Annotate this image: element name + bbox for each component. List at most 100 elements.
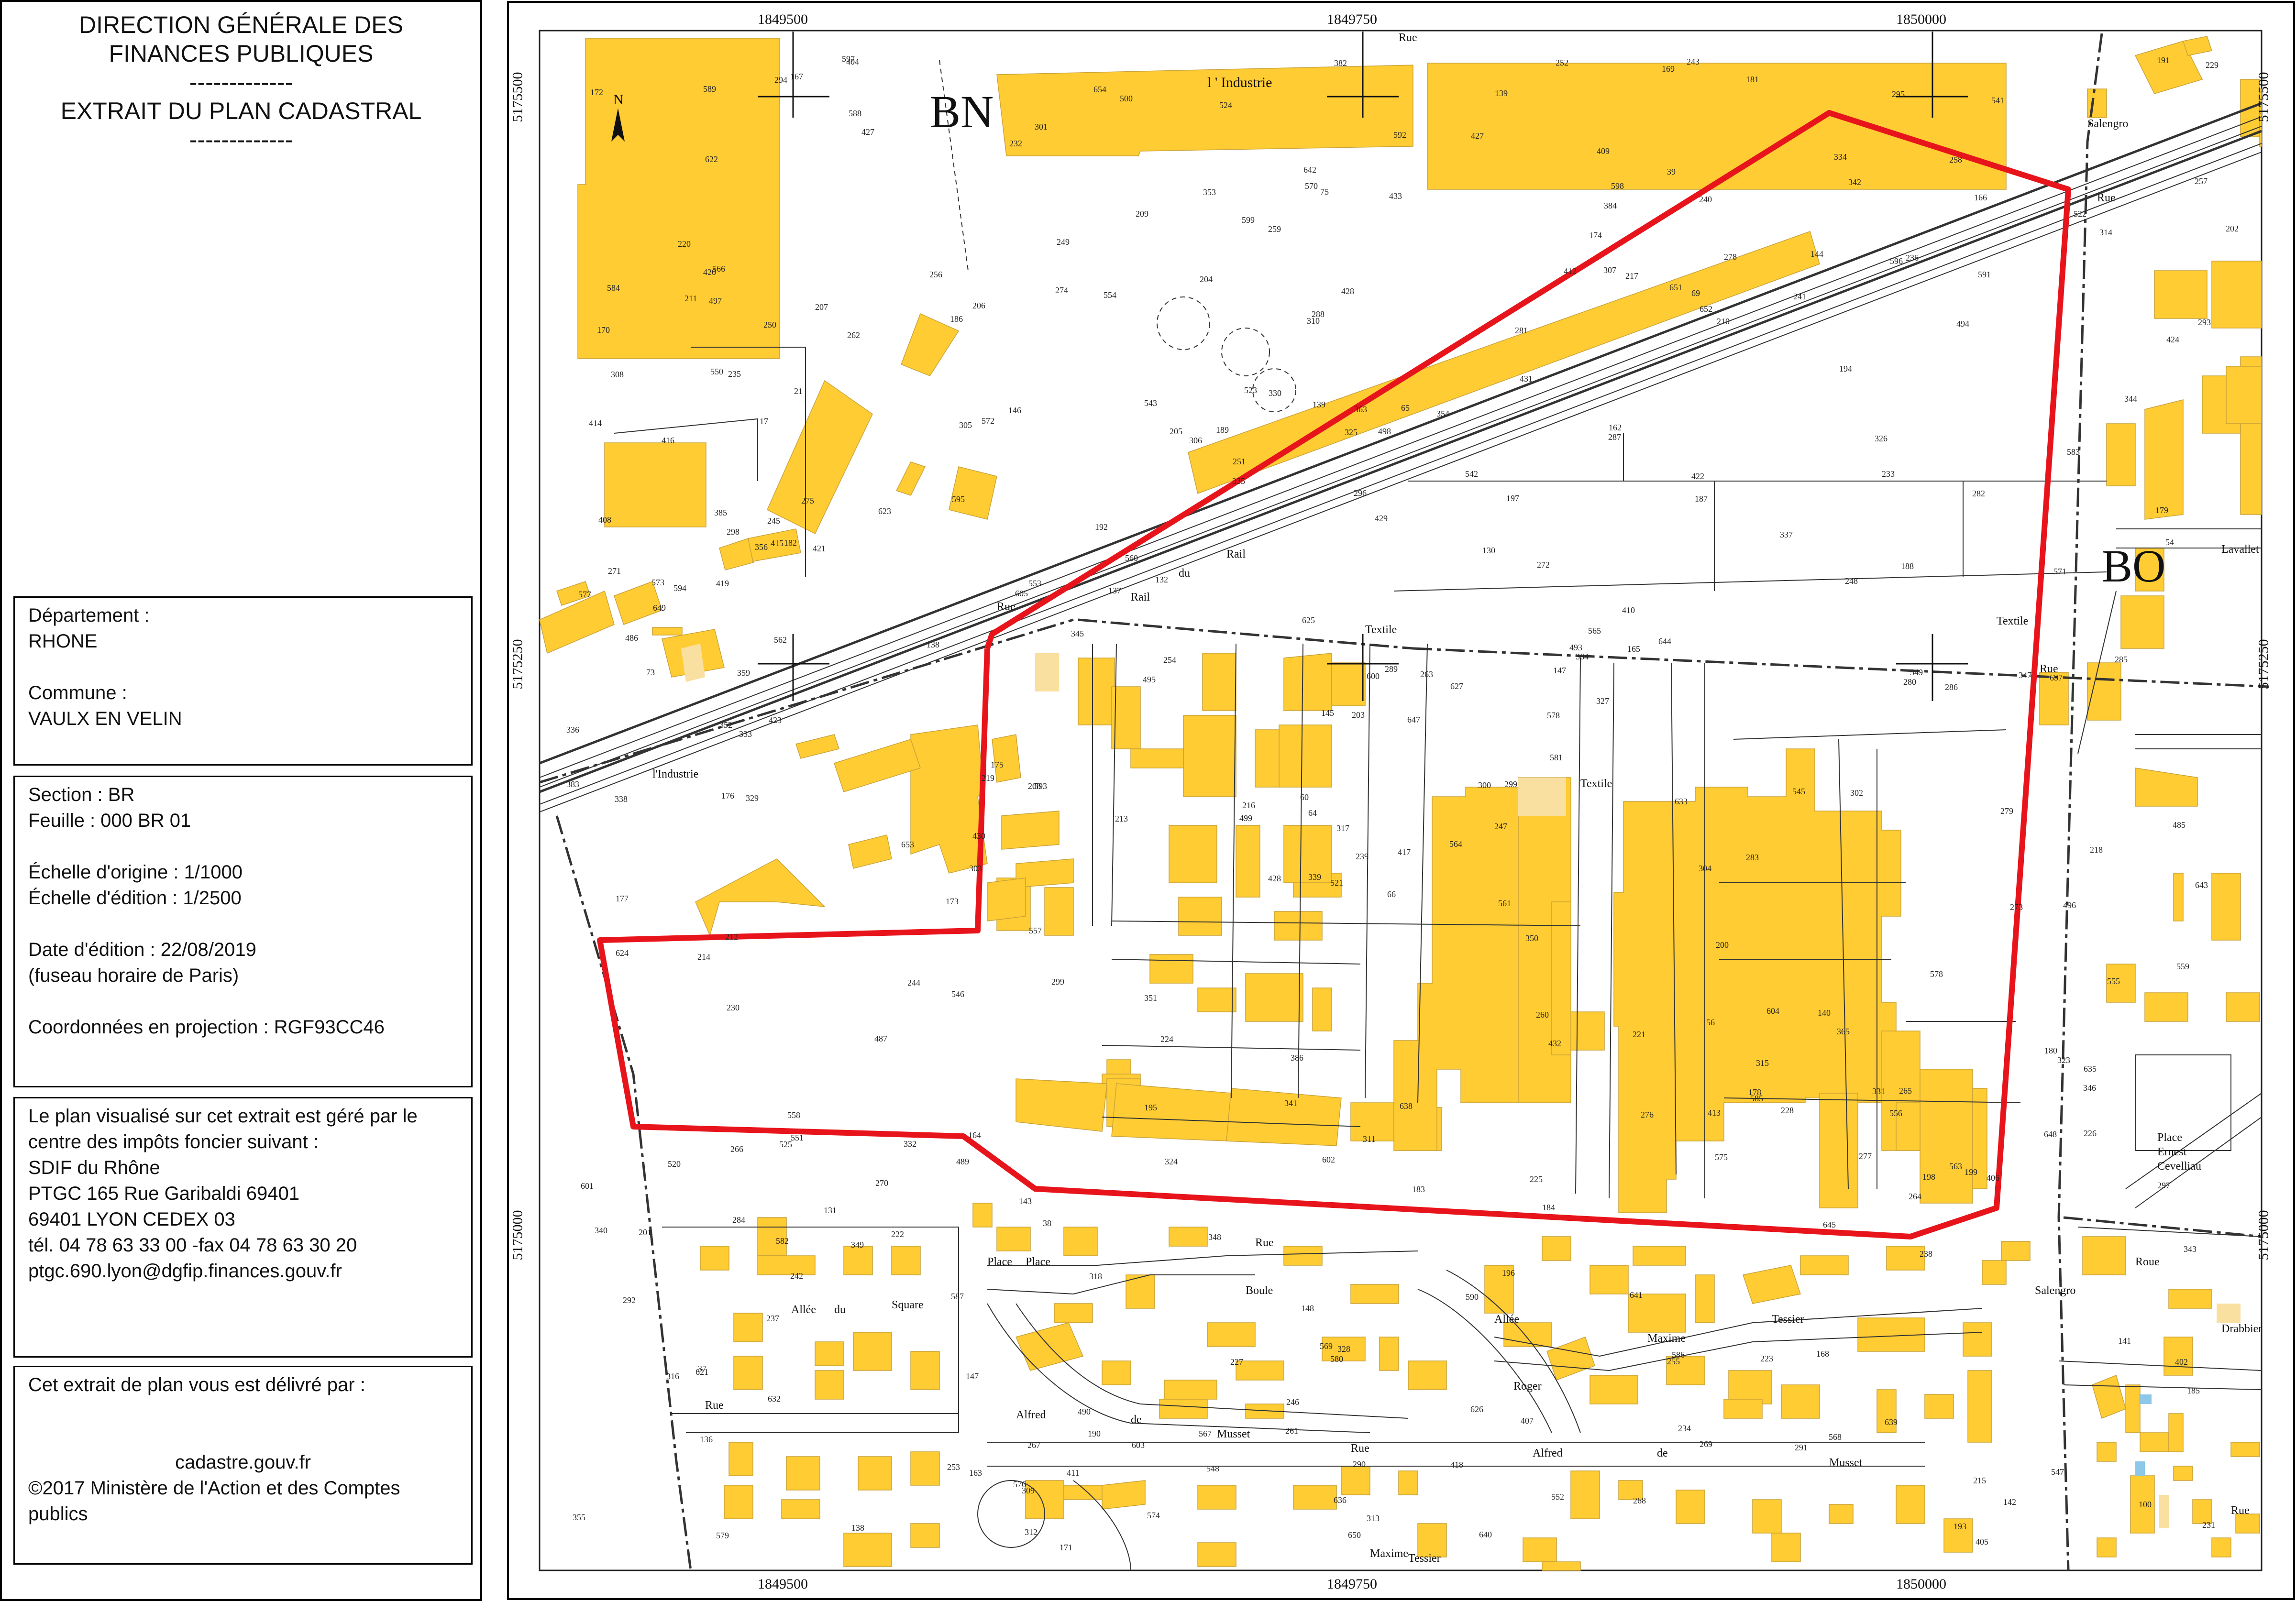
cadastral-map[interactable]: BN BO N Rue l ' Industrie Textile Rue Ru… — [507, 1, 2295, 1600]
parcel-number: 642 — [1303, 165, 1316, 175]
copyright-line: ©2017 Ministère de l'Action et des Compt… — [28, 1478, 400, 1499]
title-block: DIRECTION GÉNÉRALE DES FINANCES PUBLIQUE… — [2, 2, 480, 154]
parcel-number: 623 — [878, 506, 891, 516]
parcel-number: 384 — [1604, 201, 1617, 210]
street-label-rue-bottom-1: Rue — [705, 1399, 724, 1412]
parcel-number: 563 — [1949, 1162, 1962, 1171]
building — [1293, 1485, 1337, 1510]
parcel-number: 406 — [1987, 1173, 1999, 1183]
parcel-number: 131 — [824, 1206, 837, 1215]
parcel-number: 140 — [1818, 1008, 1831, 1018]
parcel-number: 562 — [774, 635, 787, 645]
building — [652, 627, 683, 636]
title-line-1: DIRECTION GÉNÉRALE DES — [79, 11, 403, 38]
parcel-number: 644 — [1658, 636, 1671, 646]
place-label-top: Place — [1026, 1256, 1050, 1268]
parcel-number: 497 — [709, 296, 722, 306]
building — [1207, 1322, 1256, 1347]
office-line-2: centre des impôts foncier suivant : — [28, 1131, 319, 1152]
parcel-number: 270 — [875, 1178, 888, 1188]
parcel-number: 248 — [1845, 576, 1858, 586]
parcel-number: 355 — [573, 1513, 585, 1522]
building — [1886, 1246, 1925, 1271]
parcel-number: 132 — [1155, 575, 1168, 584]
parcel-number: 238 — [1920, 1249, 1932, 1259]
parcel-number: 265 — [1899, 1086, 1912, 1096]
parcel-number: 602 — [1322, 1155, 1335, 1164]
parcel-number: 231 — [2202, 1520, 2215, 1530]
place-label-left: Place — [987, 1256, 1012, 1268]
parcel-number: 347 — [2019, 670, 2031, 680]
building — [1408, 1360, 1447, 1390]
parcel-number: 418 — [1450, 1460, 1463, 1469]
building — [604, 442, 706, 527]
street-label-rue-right-2: Rue — [2097, 192, 2116, 204]
parcel-number: 242 — [790, 1271, 803, 1281]
delivery-box: Cet extrait de plan vous est délivré par… — [13, 1366, 473, 1565]
building — [1044, 887, 1074, 936]
parcel-number: 569 — [1320, 1341, 1333, 1351]
building — [1169, 1227, 1208, 1247]
parcel-number: 568 — [1829, 1432, 1842, 1442]
parcel-number: 499 — [1239, 813, 1252, 823]
parcel-number: 136 — [700, 1435, 713, 1444]
building — [1628, 1294, 1686, 1333]
parcel-number: 624 — [616, 948, 629, 958]
building — [910, 1451, 940, 1486]
parcel-number: 578 — [1547, 711, 1560, 720]
parcel-number: 603 — [1132, 1440, 1145, 1450]
street-label-tessier-2: Tessier — [1408, 1552, 1441, 1565]
street-label-textile-2: Textile — [1997, 615, 2028, 627]
parcel-number: 338 — [615, 794, 628, 804]
parcel-number: 632 — [768, 1394, 781, 1404]
building — [2235, 1513, 2260, 1534]
building — [729, 1442, 753, 1476]
parcel-number: 560 — [1125, 553, 1138, 563]
parcel-number: 555 — [2107, 976, 2120, 986]
parcel-number: 651 — [1669, 283, 1682, 292]
building — [1202, 653, 1236, 711]
section-value: Section : BR — [28, 784, 135, 805]
parcel-number: 256 — [929, 270, 942, 279]
parcel-number: 286 — [1945, 682, 1958, 692]
coord-y-right-3: 5175000 — [2255, 1210, 2272, 1261]
parcel-number: 627 — [1450, 681, 1463, 691]
parcel-number: 179 — [2155, 505, 2168, 515]
parcel-number: 308 — [611, 370, 624, 379]
parcel-number: 598 — [1611, 181, 1624, 191]
parcel-number: 199 — [1965, 1167, 1977, 1177]
office-line-6: tél. 04 78 63 33 00 -fax 04 78 63 30 20 — [28, 1235, 357, 1256]
parcel-number: 485 — [2173, 820, 2186, 830]
building — [1054, 1303, 1093, 1323]
parcel-number: 201 — [639, 1228, 651, 1237]
building — [1197, 987, 1236, 1012]
scale-origin: Échelle d'origine : 1/1000 — [28, 862, 243, 883]
parcel-number: 269 — [1700, 1439, 1712, 1449]
map-canvas[interactable]: BN BO N Rue l ' Industrie Textile Rue Ru… — [509, 3, 2293, 1598]
parcel-number: 230 — [727, 1003, 740, 1012]
building — [1982, 1260, 2007, 1285]
parcel-number: 337 — [1780, 530, 1793, 539]
parcel-number: 315 — [1756, 1058, 1769, 1068]
building-annex — [1035, 653, 1059, 691]
building — [1102, 1480, 1146, 1510]
building — [1159, 1399, 1208, 1419]
parcel-number: 525 — [779, 1140, 792, 1149]
parcel-number: 169 — [1662, 64, 1675, 74]
street-label-allee-1: Allée — [791, 1304, 816, 1316]
parcel-number: 192 — [1095, 522, 1108, 532]
building — [1350, 1284, 1399, 1304]
building — [2097, 1442, 2117, 1462]
parcel-number: 232 — [1009, 139, 1022, 148]
building — [1164, 1380, 1217, 1400]
street-label-du-1: du — [834, 1304, 846, 1316]
parcel-number: 215 — [1973, 1476, 1986, 1485]
parcel-number: 244 — [907, 978, 920, 987]
street-label-rue-bottom-2: Rue — [1351, 1442, 1369, 1455]
parcel-number: 307 — [1603, 265, 1616, 275]
building — [2144, 992, 2188, 1022]
section-label-bn: BN — [930, 86, 993, 137]
parcel-number: 293 — [2198, 318, 2211, 327]
cartouche-panel: DIRECTION GÉNÉRALE DES FINANCES PUBLIQUE… — [0, 0, 482, 1601]
building — [2164, 1337, 2193, 1376]
